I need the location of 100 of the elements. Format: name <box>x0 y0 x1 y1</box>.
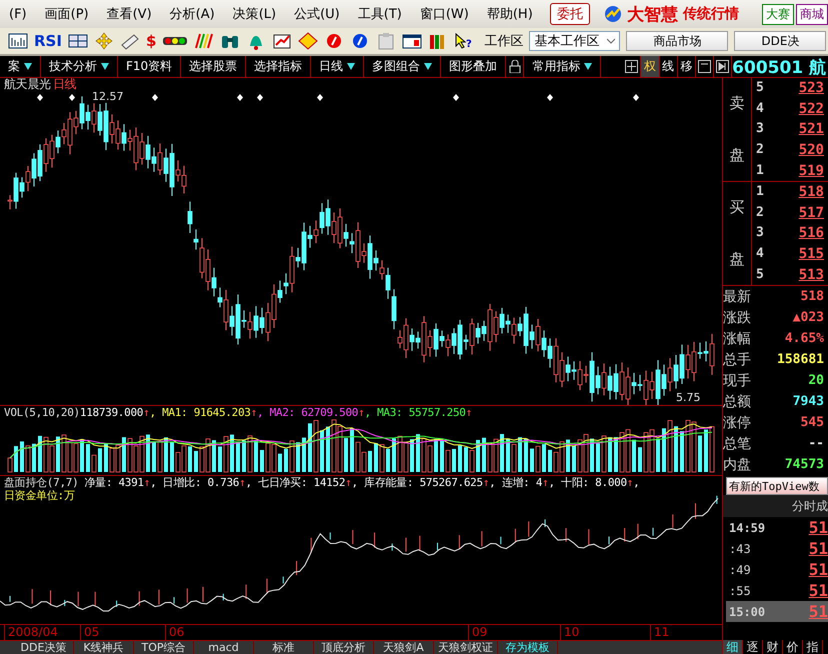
indicator-value: , 库存能量: 575267.625 <box>351 476 483 489</box>
order-side-label: 盘 <box>730 250 744 269</box>
menu-item[interactable]: 窗口(W) <box>410 5 478 23</box>
market-tab[interactable]: DDE决 <box>734 31 826 51</box>
up-arrow: ↑ <box>143 406 150 418</box>
quote-label: 总额 <box>723 392 751 410</box>
trade-button[interactable]: 委托 <box>550 3 590 25</box>
menu-item[interactable]: (F) <box>0 6 36 22</box>
order-price: 520 <box>798 142 824 158</box>
tick-row[interactable]: :43 51 <box>726 538 828 559</box>
quote-value: 518 <box>800 289 824 304</box>
tick-time: :55 <box>729 584 751 598</box>
view-tab[interactable]: 权 <box>641 56 660 77</box>
quote-label: 现手 <box>723 372 751 390</box>
up-arrow: ↑ <box>358 406 364 418</box>
order-level: 2 <box>756 204 764 221</box>
quote-label: 涨停 <box>723 414 751 432</box>
view-tab[interactable]: 移 <box>678 56 696 77</box>
order-price: 513 <box>798 266 824 283</box>
order-level: 2 <box>756 142 764 158</box>
ticks-header: 分时成 <box>792 498 828 514</box>
indicator-value: , MA3: 55757.250 <box>364 406 466 418</box>
order-price: 522 <box>798 100 824 117</box>
indicator-value: , MA2: 62709.500 <box>256 406 358 418</box>
quote-label: 总笔 <box>723 434 751 452</box>
order-level: 1 <box>756 162 764 179</box>
dollar-icon[interactable]: $ <box>146 32 156 50</box>
tick-row[interactable]: 15:00 51 <box>726 601 828 622</box>
date-label: 10 <box>560 625 580 640</box>
tick-price: 51 <box>808 539 828 558</box>
menu-item[interactable]: 查看(V) <box>98 5 161 23</box>
quote-value: 20 <box>808 373 824 388</box>
rsi-icon[interactable]: RSI <box>34 32 62 50</box>
indicator-value: , 七日净买: 14152 <box>245 476 346 489</box>
indicator-value: , 连增: 4 <box>489 476 542 489</box>
tick-time: 14:59 <box>729 520 766 534</box>
low-price-label: 5.75 <box>676 391 700 404</box>
date-label: 09 <box>468 625 488 640</box>
quote-label: 总手 <box>723 350 751 368</box>
chart-period: 日线 <box>52 78 76 91</box>
date-label: 06 <box>165 625 184 640</box>
quote-label: 涨幅 <box>723 330 751 348</box>
order-level: 5 <box>756 80 764 96</box>
topview-button[interactable]: 有新的TopView数 <box>726 477 828 495</box>
quote-label: 最新 <box>723 288 751 306</box>
order-price: 518 <box>798 184 824 200</box>
tick-price: 51 <box>808 518 828 537</box>
menu-item[interactable]: 帮助(H) <box>478 5 542 23</box>
market-tab[interactable]: 商品市场 <box>626 31 728 51</box>
menu-item[interactable]: 工具(T) <box>348 5 411 23</box>
tick-row[interactable]: :49 51 <box>726 559 828 580</box>
order-level: 5 <box>756 266 764 283</box>
up-arrow: ↑ <box>239 476 246 489</box>
quote-value: -- <box>808 436 824 451</box>
order-side-label: 盘 <box>730 146 744 165</box>
up-arrow: ↑ <box>626 476 634 489</box>
quote-label: 涨跌 <box>723 308 751 326</box>
top-link[interactable]: 商城 <box>796 4 828 24</box>
up-arrow: ↑ <box>250 406 257 418</box>
order-price: 517 <box>798 204 824 221</box>
menu-item[interactable]: 决策(L) <box>224 5 286 23</box>
order-price: 516 <box>798 225 824 242</box>
view-tab[interactable]: 线 <box>660 56 678 77</box>
tick-time: :49 <box>729 562 751 576</box>
unit-note: 日资金单位:万 <box>4 488 75 502</box>
workspace-select[interactable]: 基本工作区 <box>529 31 620 51</box>
indicator-value: , 十阳: 8.000 <box>548 476 627 489</box>
order-level: 1 <box>756 184 764 200</box>
top-link[interactable]: 大赛 <box>762 4 794 24</box>
tick-price: 51 <box>808 581 828 600</box>
order-level: 4 <box>756 100 764 117</box>
quote-value: 158681 <box>777 352 824 367</box>
quote-value: 545 <box>800 415 824 430</box>
up-arrow: ↑ <box>466 406 472 418</box>
indicator-value: , 日增比: 0.736 <box>150 476 240 489</box>
tick-time: 15:00 <box>729 604 766 618</box>
order-level: 3 <box>756 121 764 138</box>
order-price: 521 <box>798 121 824 138</box>
indicator-value: VOL(5,10,20) <box>4 406 80 418</box>
order-price: 523 <box>798 80 824 96</box>
quote-label: 内盘 <box>723 456 751 474</box>
tick-row[interactable]: 14:59 51 <box>726 517 828 538</box>
order-level: 3 <box>756 225 764 242</box>
indicator-title: 盘面持仓(7,7) <box>4 476 78 489</box>
tick-time: :43 <box>729 542 751 556</box>
date-label: 11 <box>650 625 670 640</box>
tick-row[interactable]: :55 51 <box>726 580 828 601</box>
stock-code: 600501 航 <box>732 57 828 77</box>
quote-value: ▲023 <box>792 310 824 325</box>
menu-item[interactable]: 公式(U) <box>285 5 349 23</box>
tick-price: 51 <box>808 560 828 579</box>
brand-name: 大智慧 <box>626 4 678 26</box>
up-arrow: ↑ <box>345 476 352 489</box>
menu-item[interactable]: 画面(P) <box>36 5 98 23</box>
up-arrow: ↑ <box>482 476 490 489</box>
side-tab[interactable]: 细 <box>723 640 743 654</box>
quote-value: 7943 <box>792 394 824 409</box>
menu-item[interactable]: 分析(A) <box>160 5 224 23</box>
stock-name: 航天晨光 <box>4 78 51 91</box>
up-arrow: ↑ <box>144 476 150 489</box>
